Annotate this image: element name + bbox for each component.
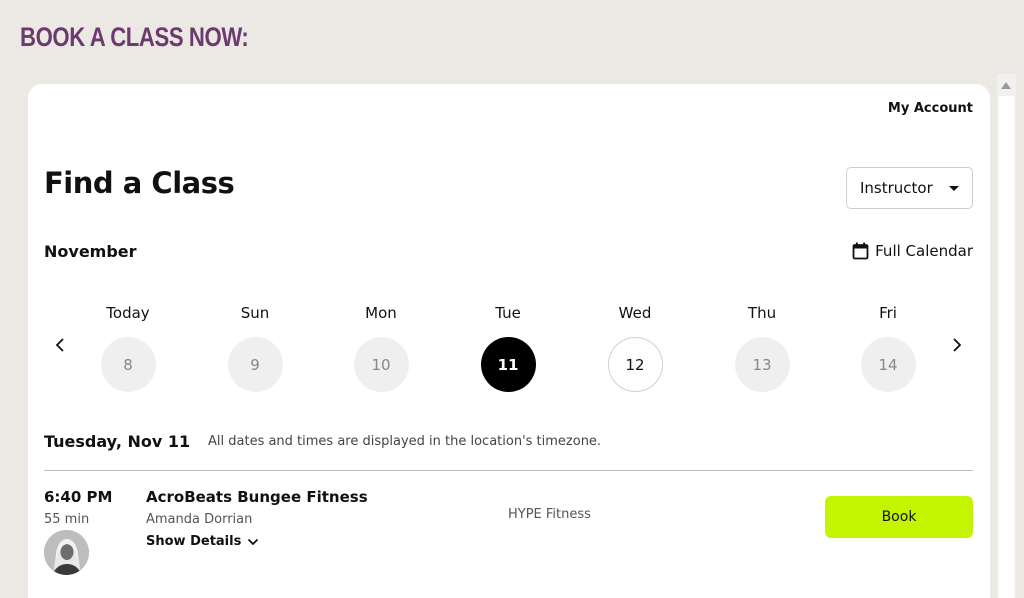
class-name[interactable]: AcroBeats Bungee Fitness [146, 488, 368, 506]
instructor-avatar [44, 530, 89, 575]
book-button[interactable]: Book [825, 496, 973, 538]
show-details-toggle[interactable]: Show Details [146, 534, 259, 549]
selected-date-heading: Tuesday, Nov 11 [44, 432, 191, 451]
day-sun[interactable]: Sun 9 [225, 304, 285, 392]
day-date-circle[interactable]: 12 [607, 337, 663, 392]
instructor-filter-label: Instructor [860, 179, 933, 197]
day-date-circle[interactable]: 8 [100, 337, 156, 392]
show-details-label: Show Details [146, 534, 242, 549]
day-date-circle[interactable]: 14 [860, 337, 916, 392]
day-wed[interactable]: Wed 12 [605, 304, 665, 392]
day-date-circle[interactable]: 13 [734, 337, 790, 392]
day-label: Sun [240, 304, 270, 322]
month-label: November [44, 242, 137, 261]
day-label: Mon [365, 304, 397, 322]
day-label: Fri [879, 304, 897, 322]
day-mon[interactable]: Mon 10 [351, 304, 411, 392]
day-fri[interactable]: Fri 14 [858, 304, 918, 392]
day-today[interactable]: Today 8 [98, 304, 158, 392]
day-date-circle[interactable]: 10 [353, 337, 409, 392]
class-instructor[interactable]: Amanda Dorrian [146, 512, 252, 527]
page-heading: BOOK A CLASS NOW: [20, 22, 249, 52]
day-tue[interactable]: Tue 11 [478, 304, 538, 392]
avatar-photo [44, 530, 89, 575]
page-title: Find a Class [44, 166, 235, 200]
day-label: Wed [618, 304, 652, 322]
day-date-circle-selected[interactable]: 11 [480, 337, 536, 392]
chevron-down-icon [248, 538, 259, 545]
booking-widget: My Account Find a Class Instructor Novem… [28, 84, 990, 598]
caret-down-icon [949, 185, 959, 191]
day-label: Thu [747, 304, 777, 322]
calendar-icon [852, 242, 869, 260]
day-label: Today [106, 304, 150, 322]
class-location: HYPE Fitness [508, 507, 591, 522]
full-calendar-button[interactable]: Full Calendar [852, 242, 973, 260]
day-date-circle[interactable]: 9 [227, 337, 283, 392]
class-duration: 55 min [44, 512, 90, 527]
class-time: 6:40 PM [44, 488, 113, 506]
next-week-button[interactable] [948, 336, 966, 354]
divider [44, 470, 973, 471]
chevron-right-icon [953, 338, 962, 352]
instructor-filter-select[interactable]: Instructor [846, 167, 973, 209]
full-calendar-label: Full Calendar [875, 242, 973, 260]
chevron-left-icon [55, 338, 64, 352]
scrollbar[interactable] [997, 74, 1016, 598]
day-label: Tue [495, 304, 521, 322]
day-thu[interactable]: Thu 13 [732, 304, 792, 392]
my-account-link[interactable]: My Account [888, 101, 973, 116]
scroll-up-arrow-icon[interactable] [1001, 82, 1011, 89]
timezone-note: All dates and times are displayed in the… [208, 434, 602, 449]
previous-week-button[interactable] [51, 336, 69, 354]
scrollbar-thumb[interactable] [999, 96, 1014, 598]
